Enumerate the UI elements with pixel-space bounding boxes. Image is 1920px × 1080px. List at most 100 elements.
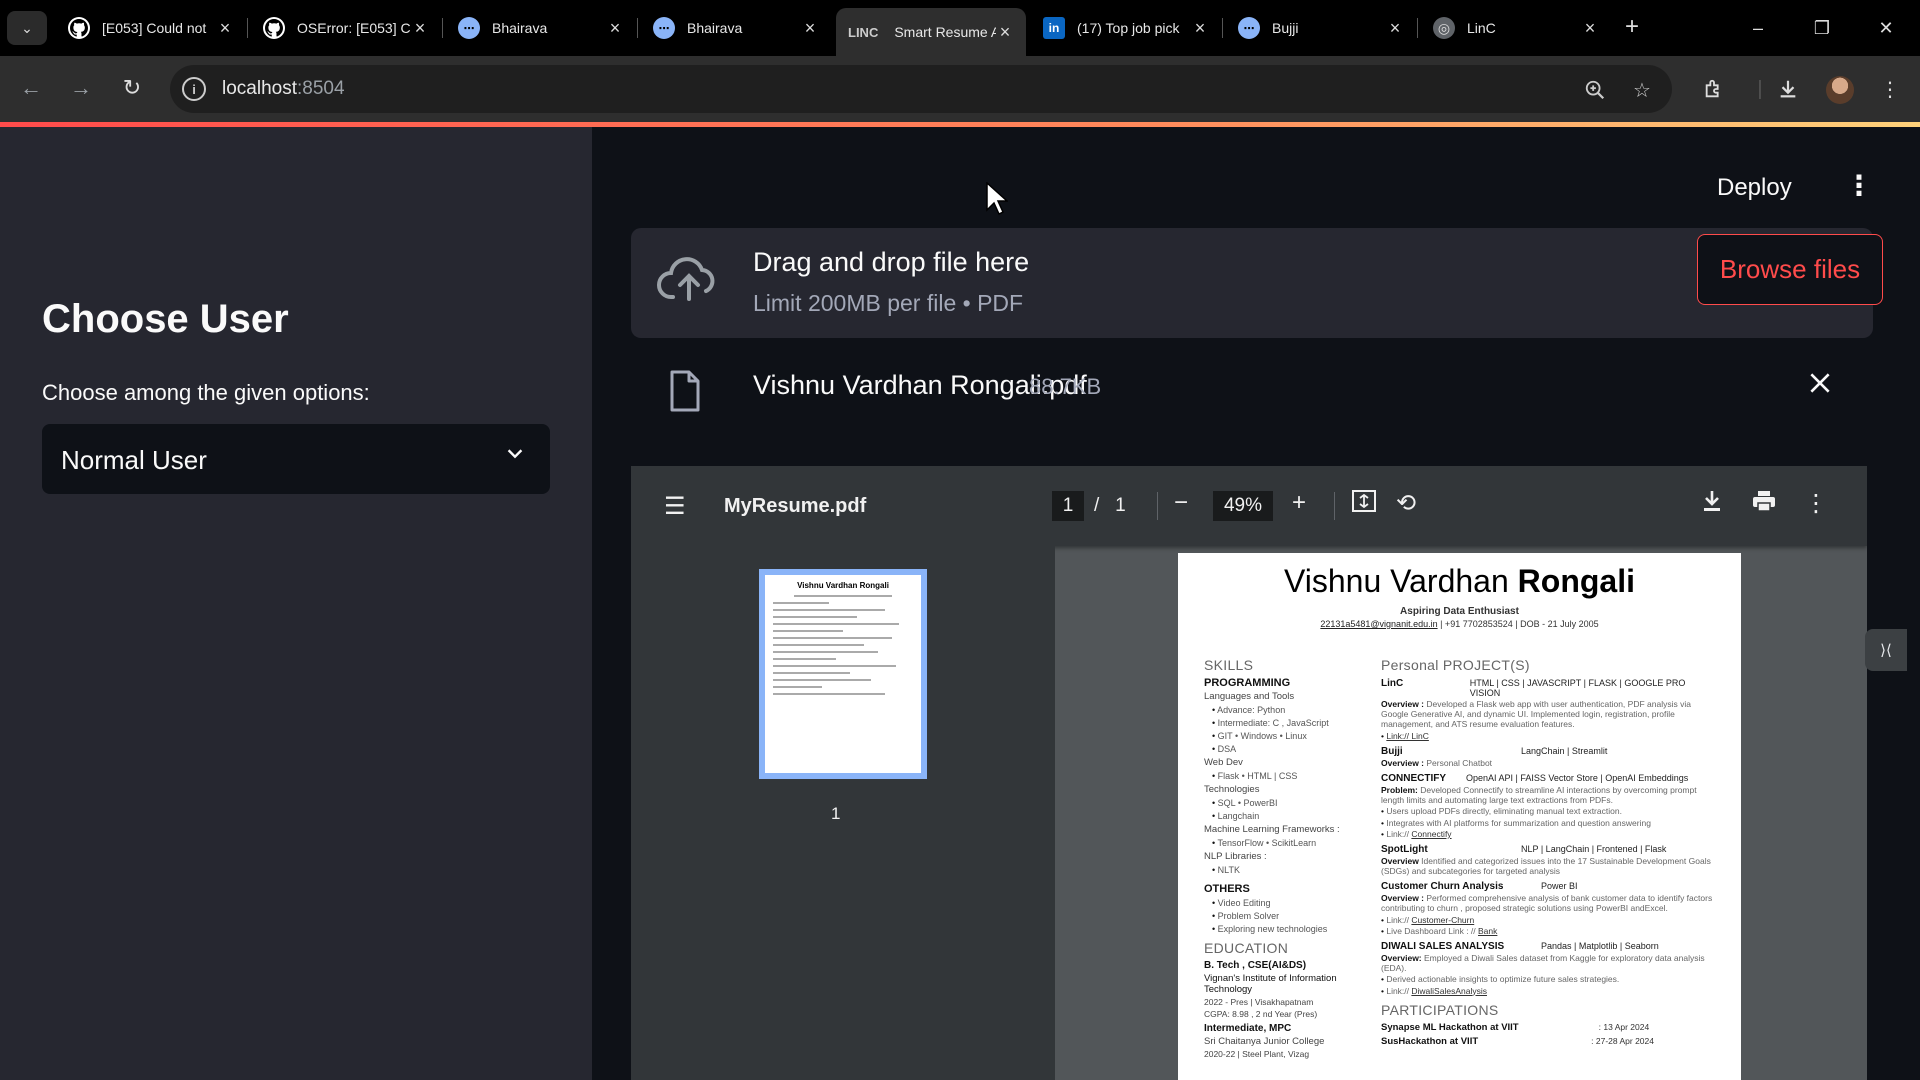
project-link: Link:// Connectify [1381, 829, 1715, 839]
overview-text: Developed a Flask web app with user auth… [1381, 699, 1691, 730]
pdf-viewer: ☰ MyResume.pdf 1 / 1 − 49% + ⟲ ⋮ Vishnu … [631, 466, 1867, 1080]
zoom-icon[interactable] [1582, 77, 1608, 103]
print-icon[interactable] [1751, 489, 1777, 520]
restore-button[interactable]: ❐ [1797, 8, 1847, 48]
browser-tab-bar: ⌄ [E053] Could not × OSError: [E053] C ×… [0, 0, 1920, 56]
project-link-text[interactable]: DiwaliSalesAnalysis [1411, 986, 1487, 996]
page-thumbnail[interactable]: Vishnu Vardhan Rongali [759, 569, 927, 779]
project-header: CONNECTIFY OpenAI API | FAISS Vector Stor… [1381, 773, 1715, 784]
user-type-select[interactable]: Normal User [42, 424, 550, 494]
browser-tab[interactable]: ⋯ Bhairava × [641, 8, 831, 48]
participation-name: SusHackathon at VIIT [1381, 1035, 1479, 1047]
page-number-input[interactable]: 1 [1052, 491, 1084, 521]
close-icon[interactable]: × [606, 18, 624, 39]
project-name: DIWALI SALES ANALYSIS [1381, 941, 1505, 952]
download-icon[interactable] [1701, 489, 1723, 520]
project-link-text[interactable]: Connectify [1411, 829, 1451, 839]
extensions-icon[interactable] [1699, 74, 1729, 104]
close-icon[interactable]: × [996, 22, 1014, 43]
rotate-icon[interactable]: ⟲ [1396, 489, 1416, 518]
close-icon[interactable]: × [411, 18, 429, 39]
resume-first-name: Vishnu Vardhan [1284, 563, 1518, 599]
participation-date: : 13 Apr 2024 [1598, 1021, 1650, 1032]
browser-tab[interactable]: [E053] Could not × [56, 8, 246, 48]
project-overview: Problem: Developed Connectify to streaml… [1381, 785, 1715, 805]
back-button[interactable]: ← [13, 70, 49, 106]
reload-icon: ↻ [122, 75, 142, 100]
pdf-more-icon[interactable]: ⋮ [1804, 489, 1828, 518]
project-name: CONNECTIFY [1381, 772, 1446, 784]
skill-label: NLP Libraries : [1204, 851, 1267, 862]
main-menu-icon[interactable]: ⋮ [1845, 169, 1873, 202]
chevron-down-icon: ⌄ [21, 19, 33, 36]
minimize-icon: – [1752, 17, 1763, 38]
zoom-level-input[interactable]: 49% [1213, 491, 1273, 521]
browse-files-button[interactable]: Browse files [1697, 234, 1883, 305]
close-icon[interactable]: × [1191, 18, 1209, 39]
address-bar[interactable]: i localhost:8504 ☆ [170, 65, 1672, 113]
project-overview: Overview Identified and categorized issu… [1381, 856, 1715, 876]
downloads-icon[interactable] [1773, 74, 1803, 104]
close-icon[interactable]: × [1386, 18, 1404, 39]
skill-item: Intermediate: C , JavaScript [1212, 718, 1369, 728]
remove-file-button[interactable] [1807, 367, 1833, 404]
edu-college: Sri Chaitanya Junior College [1204, 1036, 1325, 1047]
deploy-button[interactable]: Deploy [1717, 174, 1792, 202]
url-text[interactable]: localhost:8504 [222, 78, 345, 100]
profile-avatar[interactable] [1826, 76, 1854, 104]
zoom-in-icon[interactable]: + [1292, 489, 1306, 517]
tab-title: Bhairava [687, 20, 743, 36]
browser-tab[interactable]: in (17) Top job pick × [1031, 8, 1221, 48]
browser-tab[interactable]: OSError: [E053] C × [251, 8, 441, 48]
edu-years: 2022 - Pres | Visakhapatnam [1204, 997, 1314, 1007]
skill-label: Technologies [1204, 784, 1260, 795]
skill-list: TensorFlow • ScikitLearn [1204, 838, 1369, 848]
fit-page-icon[interactable] [1351, 489, 1377, 520]
site-info-icon[interactable]: i [182, 77, 206, 101]
forward-button[interactable]: → [63, 70, 99, 106]
new-tab-button[interactable]: + [1617, 12, 1647, 42]
skill-item: Langchain [1212, 811, 1369, 821]
tab-divider [442, 18, 443, 38]
minimize-button[interactable]: – [1733, 8, 1783, 48]
tab-title: LinC [1467, 20, 1496, 36]
close-icon[interactable]: × [1581, 18, 1599, 39]
reload-button[interactable]: ↻ [114, 70, 150, 106]
participation-item: SusHackathon at VIIT: 27-28 Apr 2024 [1381, 1036, 1715, 1047]
tab-title: Bhairava [492, 20, 548, 36]
pdf-page: Vishnu Vardhan Rongali Aspiring Data Ent… [1178, 553, 1741, 1080]
thumbnail-title: Vishnu Vardhan Rongali [797, 581, 889, 590]
browser-tab-active[interactable]: LINC Smart Resume A × [836, 8, 1026, 56]
skill-item: DSA [1212, 744, 1369, 754]
browser-tab[interactable]: ⋯ Bhairava × [446, 8, 636, 48]
chat-bubble-icon: ⋯ [458, 17, 480, 39]
bookmark-star-icon[interactable]: ☆ [1629, 77, 1655, 103]
project-link-text[interactable]: Link:// LinC [1386, 731, 1429, 741]
file-dropzone[interactable]: Drag and drop file here Limit 200MB per … [631, 228, 1883, 338]
subsection-heading: OTHERS [1204, 883, 1250, 895]
pdf-toolbar: ☰ MyResume.pdf 1 / 1 − 49% + ⟲ ⋮ [631, 466, 1867, 546]
browser-menu-icon[interactable]: ⋮ [1875, 74, 1905, 104]
overview-text: Personal Chatbot [1424, 757, 1493, 768]
link-prefix: Link:// [1386, 985, 1412, 996]
restore-icon: ❐ [1813, 17, 1831, 38]
hamburger-menu-icon[interactable]: ☰ [664, 492, 686, 521]
overview-label: Overview : [1381, 893, 1424, 904]
zoom-out-icon[interactable]: − [1174, 489, 1188, 517]
close-window-button[interactable]: ✕ [1861, 8, 1911, 48]
plus-icon: + [1624, 13, 1639, 40]
overview-text: Employed a Diwali Sales dataset from Kag… [1381, 953, 1705, 974]
project-link-text[interactable]: Customer-Churn [1411, 915, 1474, 925]
page-count: / 1 [1094, 495, 1126, 517]
side-panel-toggle-icon[interactable]: ⟩⟨ [1865, 629, 1907, 671]
close-icon[interactable]: × [801, 18, 819, 39]
uploaded-file-row: Vishnu Vardhan Rongali.pdf 88.7KB [631, 359, 1873, 439]
close-icon[interactable]: × [216, 18, 234, 39]
project-tech: HTML | CSS | JAVASCRIPT | FLASK | GOOGLE… [1469, 678, 1686, 698]
edu-institute: Vignan's Institute of Information Techno… [1204, 973, 1337, 995]
tab-search-button[interactable]: ⌄ [7, 11, 47, 45]
project-name: SpotLight [1381, 843, 1428, 855]
project-link-text[interactable]: Bank [1478, 926, 1497, 936]
browser-tab[interactable]: ⋯ Bujji × [1226, 8, 1416, 48]
browser-tab[interactable]: ◎ LinC × [1421, 8, 1611, 48]
